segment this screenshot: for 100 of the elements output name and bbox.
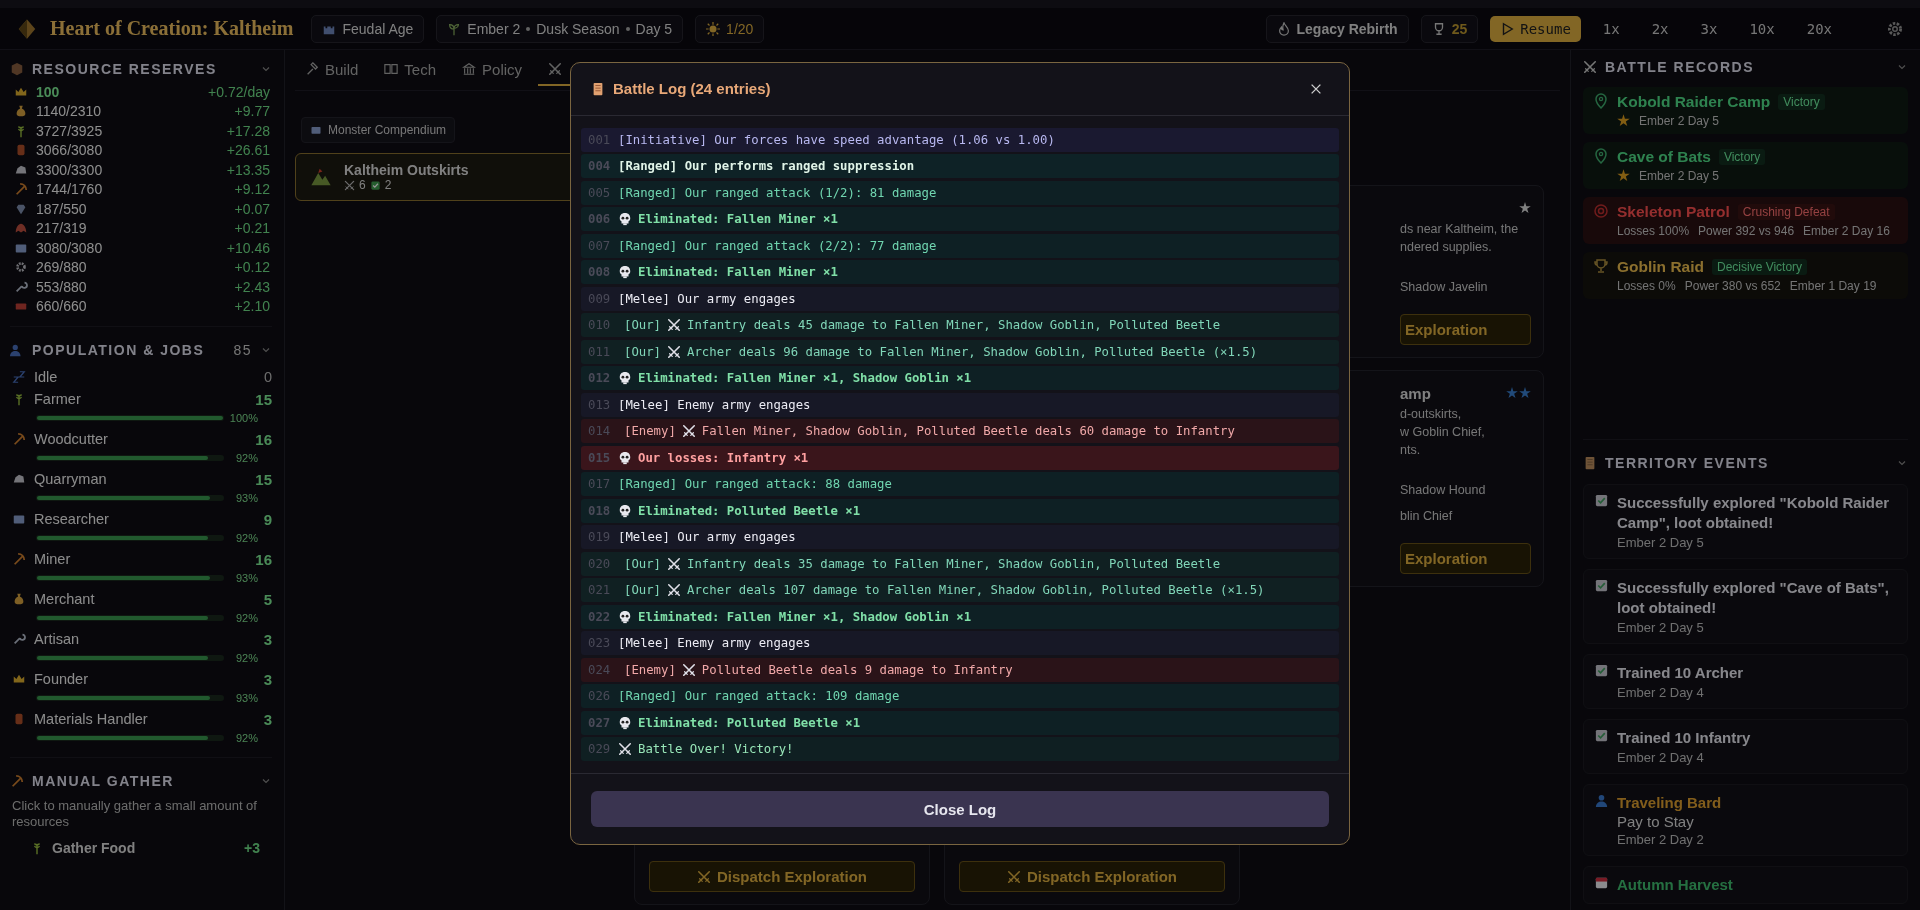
record-detail: Ember 2 Day 5 [1639, 168, 1720, 183]
skull-icon [618, 609, 632, 624]
crossed-swords-icon [681, 424, 696, 439]
record-detail: Power 380 vs 652 [1684, 278, 1781, 293]
nav-tab[interactable]: Build [295, 52, 369, 88]
job-count: 3 [263, 630, 272, 648]
app-title: Heart of Creation: Kaltheim [50, 17, 294, 40]
resource-amount: 3066/3080 [36, 142, 104, 159]
cube-icon [10, 62, 24, 76]
event-title: Autumn Harvest [1617, 875, 1733, 895]
person-icon [1594, 793, 1609, 808]
rock-icon [12, 472, 26, 486]
flame-icon [1276, 21, 1291, 36]
resource-rate: +17.28 [226, 122, 270, 139]
crossed-swords-icon [344, 179, 355, 191]
job-count: 16 [255, 550, 272, 568]
event-date: Ember 2 Day 5 [1617, 620, 1705, 635]
job-count: 5 [263, 590, 272, 608]
resource-rate: +0.07 [234, 200, 270, 217]
resource-amount: 1140/2310 [36, 103, 103, 120]
resource-rate: +10.46 [226, 239, 270, 256]
sprout-icon [447, 21, 462, 36]
section-title: POPULATION & JOBS [32, 342, 206, 358]
line-number: 029 [588, 742, 612, 757]
efficiency-percent: 92% [234, 652, 258, 664]
line-number: 021 [588, 583, 612, 598]
legacy-rebirth-button[interactable]: Legacy Rebirth [1265, 14, 1409, 43]
nav-tab[interactable]: Tech [374, 52, 447, 88]
log-entry: Fallen Miner, Shadow Goblin, Polluted Beetle deals 60 damage to Infantry [701, 424, 1235, 439]
line-number: 024 [588, 662, 612, 677]
speed-button[interactable]: 2x [1641, 15, 1679, 42]
dispatch-button[interactable]: Dispatch Exploration [649, 861, 915, 892]
line-number: 022 [588, 609, 612, 624]
efficiency-percent: 93% [234, 492, 258, 504]
efficiency-percent: 92% [234, 732, 258, 744]
trophy-icon [1593, 257, 1609, 274]
exploration-button[interactable]: Exploration [1400, 543, 1531, 574]
close-log-button[interactable]: Close Log [591, 791, 1329, 828]
speed-button[interactable]: 20x [1796, 15, 1842, 42]
gear-icon [14, 260, 28, 275]
log-entry: [Ranged] Our ranged attack: 109 damage [618, 689, 900, 704]
mountain-icon [310, 166, 332, 188]
exploration-button[interactable]: Exploration [1400, 314, 1531, 345]
log-entry: Eliminated: Fallen Miner ×1 [638, 265, 838, 280]
resource-rate: +2.10 [234, 298, 270, 315]
target-icon [1593, 202, 1609, 219]
line-number: 015 [588, 450, 612, 465]
hammer-icon [305, 62, 319, 76]
resource-amount: 3300/3300 [36, 161, 104, 178]
nav-tab[interactable]: Policy [452, 52, 533, 88]
log-entry: Eliminated: Fallen Miner ×1 [638, 212, 838, 227]
money-bag-icon [14, 104, 28, 119]
job-count: 16 [255, 430, 272, 448]
population-total: 85 [233, 342, 252, 358]
checklist-icon [1594, 663, 1609, 678]
dispatch-button[interactable]: Dispatch Exploration [959, 861, 1225, 892]
cleared-count: 2 [384, 178, 392, 192]
result-badge: Victory [1718, 148, 1766, 165]
record-detail: Ember 2 Day 16 [1803, 223, 1890, 238]
job-name: Woodcutter [34, 431, 109, 447]
efficiency-percent: 93% [234, 692, 258, 704]
log-entry: [Ranged] Our ranged attack (1/2): 81 damage [618, 185, 937, 200]
diamond-logo-icon [16, 17, 38, 40]
log-entry: Battle Over! Victory! [638, 742, 794, 757]
line-number: 007 [588, 238, 612, 253]
resource-amount: 187/550 [36, 200, 88, 217]
resource-rate: +2.43 [234, 278, 270, 295]
crossed-swords-icon [1007, 869, 1021, 884]
job-name: Idle [34, 369, 59, 385]
job-name: Founder [34, 671, 89, 687]
resume-button[interactable]: Resume [1490, 15, 1581, 42]
efficiency-percent: 93% [234, 572, 258, 584]
section-title: RESOURCE RESERVES [32, 61, 218, 77]
record-detail: Ember 1 Day 19 [1789, 278, 1877, 293]
record-title: Cave of Bats [1617, 147, 1711, 166]
pickaxe-icon [14, 182, 28, 197]
resource-rate: +9.77 [234, 103, 270, 120]
trophy-counter[interactable]: 25 [1420, 14, 1479, 43]
compendium-tab[interactable]: Monster Compendium [301, 117, 456, 143]
record-detail: Losses 100% [1617, 223, 1690, 238]
log-entry: Eliminated: Polluted Beetle ×1 [638, 715, 861, 730]
crossed-swords-icon [697, 869, 711, 884]
record-detail: Losses 0% [1617, 278, 1676, 293]
scroll-icon [1583, 456, 1597, 470]
resource-rate: +26.61 [226, 142, 270, 159]
line-number: 010 [588, 318, 612, 333]
calendar-chip: Ember 2 Dusk Season Day 5 [436, 14, 684, 43]
speed-button[interactable]: 3x [1690, 15, 1728, 42]
enemy-name: Shadow Hound [1400, 482, 1487, 499]
checkbox-icon [369, 179, 381, 191]
job-count: 3 [263, 710, 272, 728]
resource-amount: 269/880 [36, 259, 88, 276]
event-date: Ember 2 Day 4 [1617, 750, 1705, 765]
gather-button[interactable]: Gather Food +3 [10, 834, 272, 856]
speed-button[interactable]: 1x [1592, 15, 1630, 42]
speed-button[interactable]: 10x [1739, 15, 1785, 42]
log-side: [Our] [624, 583, 662, 598]
efficiency-percent: 100% [228, 412, 258, 424]
crossed-swords-icon [667, 318, 682, 333]
log-entry: Eliminated: Fallen Miner ×1, Shadow Goblin ×1 [638, 371, 972, 386]
